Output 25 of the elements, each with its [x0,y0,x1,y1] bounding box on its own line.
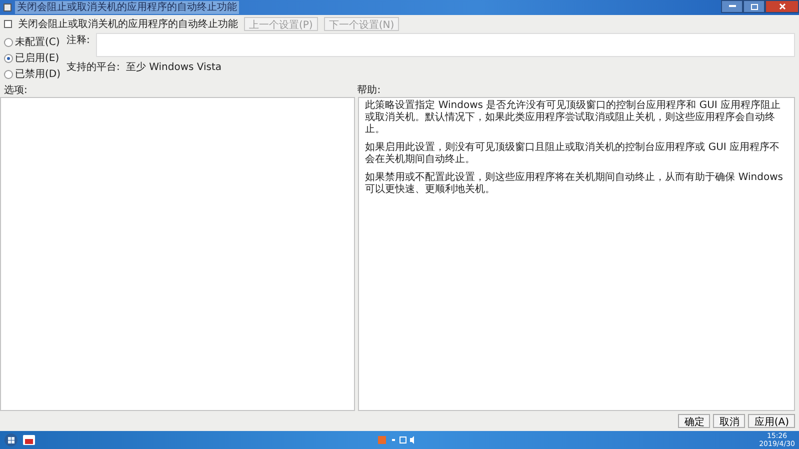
platform-value: 至少 Windows Vista [126,60,222,74]
radio-option[interactable]: 已启用(E) [4,51,61,65]
start-icon[interactable] [4,433,18,447]
comment-label: 注释: [66,34,90,47]
minimize-icon [728,5,736,8]
help-label: 帮助: [357,85,381,96]
window-title: 关闭会阻止或取消关机的应用程序的自动终止功能 [15,1,239,14]
help-text: 如果禁用或不配置此设置，则这些应用程序将在关机期间自动终止，从而有助于确保 Windows 可以更快速、更顺利地关机。 [365,172,784,196]
app-icon[interactable] [22,433,36,447]
radio-option[interactable]: 已禁用(D) [4,67,61,81]
maximize-button[interactable] [743,0,765,13]
radio-option[interactable]: 未配置(C) [4,35,61,49]
policy-name: 关闭会阻止或取消关机的应用程序的自动终止功能 [18,18,238,31]
help-text: 如果启用此设置，则没有可见顶级窗口且阻止或取消关机的控制台应用程序或 GUI 应用程序不会在关机期间自动终止。 [365,142,781,166]
dialog-button[interactable]: 确定 [678,414,710,428]
maximize-icon [750,4,758,10]
options-label: 选项: [4,85,28,96]
minimize-button[interactable] [721,0,743,13]
dialog-button[interactable]: 取消 [713,414,746,428]
comment-field[interactable] [96,33,795,57]
dialog-button[interactable]: 应用(A) [748,414,795,428]
close-icon [778,3,786,10]
close-button[interactable] [765,0,799,13]
platform-label: 支持的平台: [66,60,120,74]
help-text: 此策略设置指定 Windows 是否允许没有可见顶级窗口的控制台应用程序和 GUI 应用程序阻止或取消关机。默认情况下，如果此类应用程序尝试取消或阻止关机，则这些应用程序会自动终止。 [365,100,782,136]
